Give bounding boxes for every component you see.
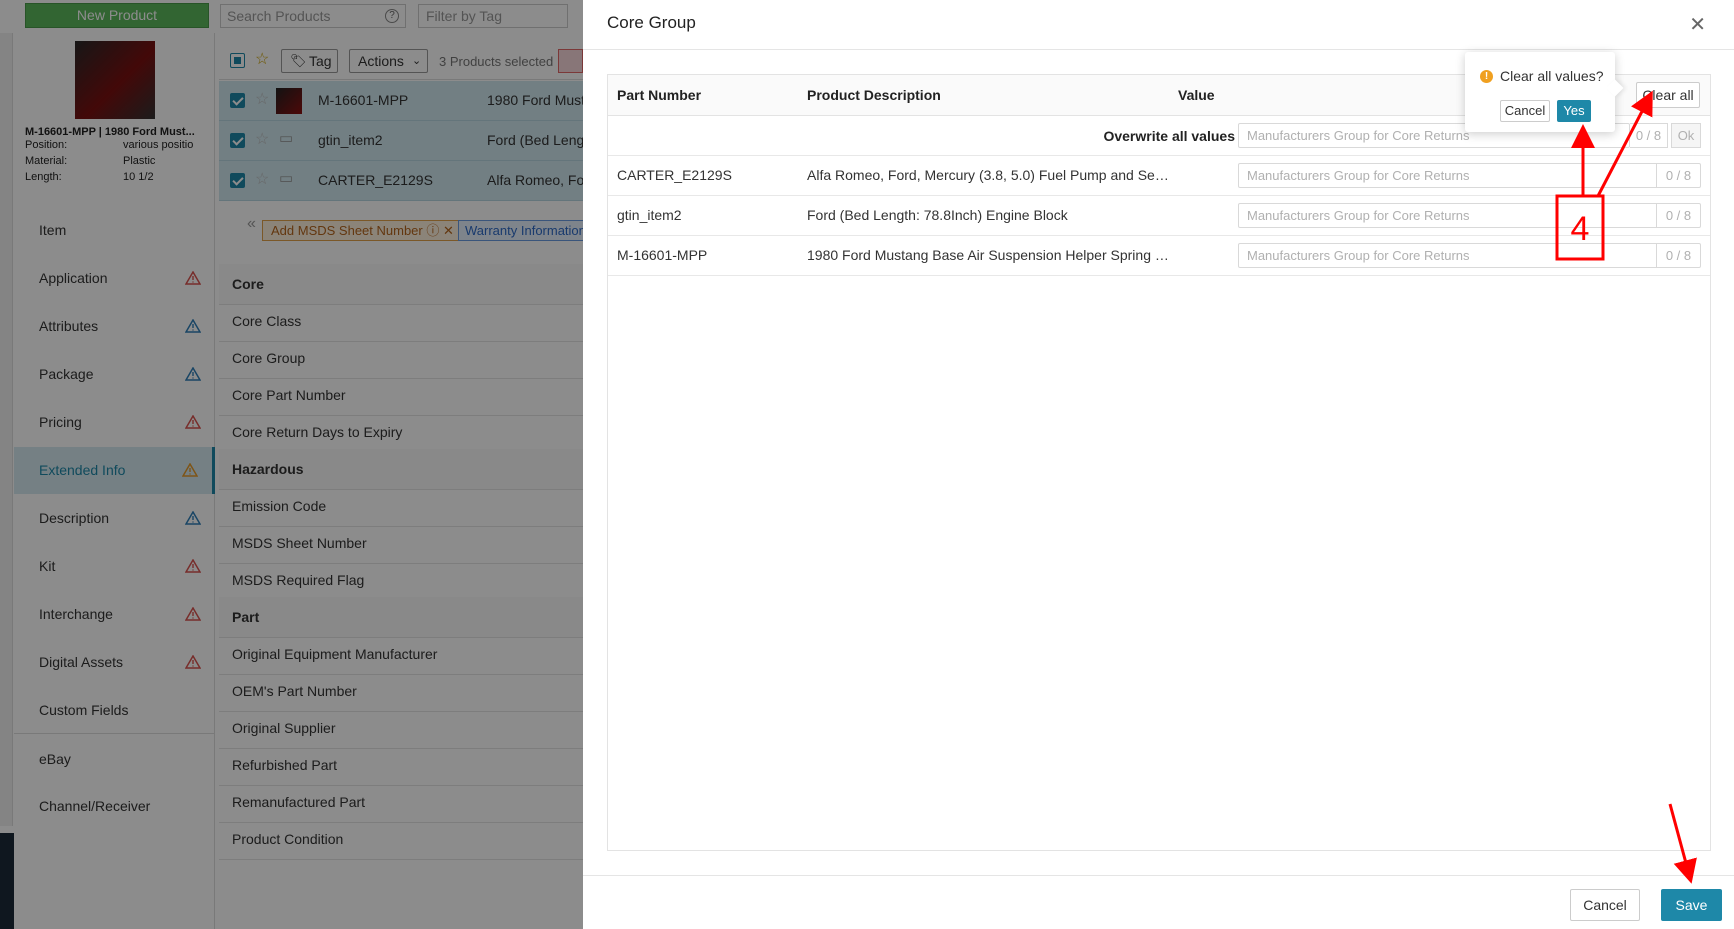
cell-description: Alfa Romeo, Ford, Mercury (3.8, 5.0) Fue… xyxy=(807,167,1169,183)
footer-divider xyxy=(583,875,1734,876)
clear-all-button[interactable]: Clear all xyxy=(1636,82,1700,108)
table-row: gtin_item2 Ford (Bed Length: 78.8Inch) E… xyxy=(608,196,1710,236)
modal-backdrop[interactable] xyxy=(0,0,583,929)
ok-button[interactable]: Ok xyxy=(1671,123,1701,148)
values-table: Part Number Product Description Value Ov… xyxy=(607,74,1711,851)
char-counter: 0 / 8 xyxy=(1656,164,1700,187)
column-header-part-number: Part Number xyxy=(617,87,702,103)
table-row: M-16601-MPP 1980 Ford Mustang Base Air S… xyxy=(608,236,1710,276)
value-input[interactable]: Manufacturers Group for Core Returns 0 /… xyxy=(1238,243,1701,268)
value-input[interactable]: Manufacturers Group for Core Returns 0 /… xyxy=(1238,203,1701,228)
close-icon[interactable]: ✕ xyxy=(1689,12,1706,37)
core-group-modal: Core Group ✕ Part Number Product Descrip… xyxy=(583,0,1734,929)
cell-description: Ford (Bed Length: 78.8Inch) Engine Block xyxy=(807,207,1068,223)
background-app: New Product Search Products ? Filter by … xyxy=(0,0,583,929)
modal-title: Core Group xyxy=(607,13,696,32)
cell-part-number: CARTER_E2129S xyxy=(617,167,732,183)
table-row: CARTER_E2129S Alfa Romeo, Ford, Mercury … xyxy=(608,156,1710,196)
column-header-value: Value xyxy=(1178,87,1215,103)
cell-part-number: M-16601-MPP xyxy=(617,247,708,263)
cell-description: 1980 Ford Mustang Base Air Suspension He… xyxy=(807,247,1169,263)
input-placeholder: Manufacturers Group for Core Returns xyxy=(1247,168,1470,183)
cancel-button[interactable]: Cancel xyxy=(1570,889,1640,921)
char-counter: 0 / 8 xyxy=(1656,204,1700,227)
input-placeholder: Manufacturers Group for Core Returns xyxy=(1247,248,1470,263)
value-input[interactable]: Manufacturers Group for Core Returns 0 /… xyxy=(1238,163,1701,188)
popconfirm-message: Clear all values? xyxy=(1500,68,1604,84)
exclamation-icon: ! xyxy=(1480,70,1493,83)
popconfirm-yes-button[interactable]: Yes xyxy=(1557,100,1591,122)
divider xyxy=(583,49,1734,50)
cell-part-number: gtin_item2 xyxy=(617,207,682,223)
char-counter: 0 / 8 xyxy=(1630,123,1668,148)
save-button[interactable]: Save xyxy=(1661,889,1722,921)
clear-all-popconfirm: ! Clear all values? Cancel Yes xyxy=(1465,52,1615,132)
input-placeholder: Manufacturers Group for Core Returns xyxy=(1247,208,1470,223)
popconfirm-cancel-button[interactable]: Cancel xyxy=(1500,100,1550,122)
char-counter: 0 / 8 xyxy=(1656,244,1700,267)
overwrite-label: Overwrite all values xyxy=(1103,128,1235,144)
column-header-description: Product Description xyxy=(807,87,941,103)
